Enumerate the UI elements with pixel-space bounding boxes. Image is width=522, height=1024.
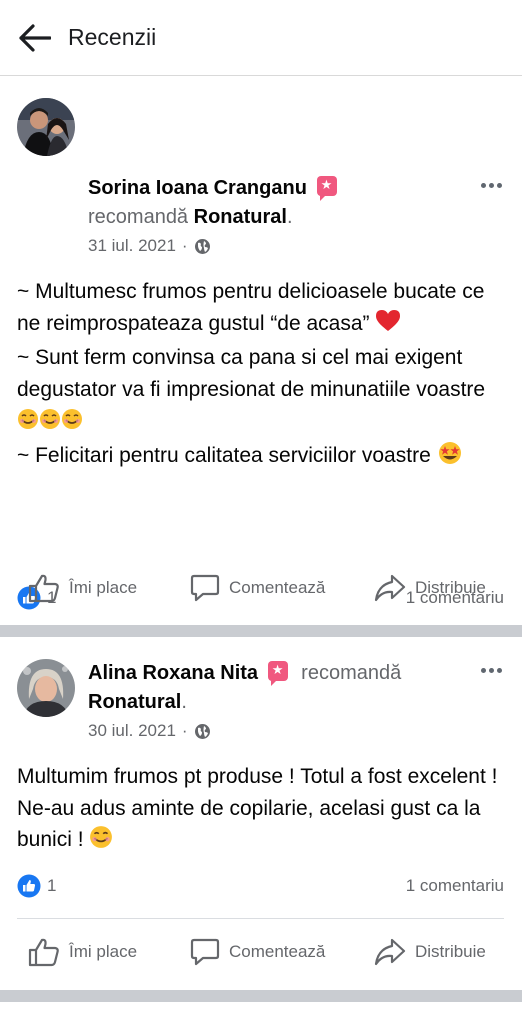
more-horizontal-icon <box>480 182 486 188</box>
page-title: Recenzii <box>68 24 157 50</box>
like-button[interactable]: Îmi place <box>28 573 137 603</box>
post-meta: 31 iul. 2021 · <box>88 236 211 256</box>
back-button[interactable] <box>16 19 54 57</box>
divider <box>17 918 504 919</box>
share-arrow-icon <box>374 938 406 966</box>
like-count: 1 <box>47 876 57 895</box>
share-label: Distribuie <box>415 578 486 597</box>
thumbs-up-icon <box>28 574 59 603</box>
comment-label: Comentează <box>229 942 326 961</box>
like-label: Îmi place <box>69 942 138 961</box>
smiling-face-emoji <box>89 825 113 859</box>
star-struck-emoji <box>437 441 463 475</box>
recommend-verb: recomandă <box>301 662 402 684</box>
recommend-verb: recomandă <box>88 206 189 228</box>
post-date[interactable]: 31 iul. 2021 <box>88 236 176 256</box>
globe-icon <box>194 238 210 254</box>
thumbs-up-reaction-icon <box>17 874 41 898</box>
recommend-star-icon <box>267 661 288 686</box>
comment-label: Comentează <box>229 578 326 597</box>
thumbs-up-icon <box>28 938 59 967</box>
red-heart-emoji <box>375 309 401 343</box>
post-actions: Îmi place Comentează Distribuie <box>0 930 522 974</box>
share-button[interactable]: Distribuie <box>374 937 486 967</box>
comment-bubble-icon <box>190 574 220 602</box>
reaction-summary[interactable]: 1 <box>17 874 56 898</box>
post-header: Alina Roxana Nita recomandă Ronatural. <box>88 659 462 717</box>
like-button[interactable]: Îmi place <box>28 937 137 967</box>
comment-count[interactable]: 1 comentariu <box>406 876 504 896</box>
top-app-bar: Recenzii <box>0 0 522 76</box>
post-paragraph: ~ Felicitari pentru calitatea serviciilo… <box>17 440 508 475</box>
like-label: Îmi place <box>69 578 138 597</box>
more-options-button[interactable] <box>478 178 504 192</box>
arrow-left-icon <box>19 23 51 52</box>
author-name[interactable]: Sorina Ioana Cranganu <box>88 177 307 199</box>
globe-icon <box>194 723 210 739</box>
post-paragraph: Multumim frumos pt produse ! Totul a fos… <box>17 761 508 859</box>
share-arrow-icon <box>374 574 406 602</box>
post-header: Sorina Ioana Cranganu recomandă Ronatura… <box>88 174 462 232</box>
review-post: Sorina Ioana Cranganu recomandă Ronatura… <box>0 76 522 630</box>
author-avatar[interactable] <box>17 659 75 717</box>
post-date[interactable]: 30 iul. 2021 <box>88 721 176 741</box>
post-paragraph: ~ Multumesc frumos pentru delicioasele b… <box>17 276 508 342</box>
share-button[interactable]: Distribuie <box>374 573 486 603</box>
post-stats: 1 1 comentariu <box>17 873 504 899</box>
meta-separator: · <box>181 236 188 255</box>
comment-button[interactable]: Comentează <box>190 573 325 603</box>
post-text: ~ Multumesc frumos pentru delicioasele b… <box>17 276 508 474</box>
post-actions: Îmi place Comentează Distribuie <box>0 566 522 610</box>
meta-separator: · <box>181 721 188 740</box>
page-link[interactable]: Ronatural <box>88 691 181 713</box>
share-label: Distribuie <box>415 942 486 961</box>
post-paragraph: ~ Sunt ferm convinsa ca pana si cel mai … <box>17 342 508 440</box>
more-horizontal-icon <box>480 667 486 673</box>
smiling-face-emoji <box>17 408 83 440</box>
recommend-star-icon <box>316 176 337 201</box>
page-link[interactable]: Ronatural <box>194 206 287 228</box>
comment-bubble-icon <box>190 938 220 966</box>
author-name[interactable]: Alina Roxana Nita <box>88 662 258 684</box>
post-text: Multumim frumos pt produse ! Totul a fos… <box>17 761 508 859</box>
post-separator <box>0 990 522 1002</box>
author-avatar[interactable] <box>17 98 75 156</box>
post-meta: 30 iul. 2021 · <box>88 721 211 741</box>
comment-button[interactable]: Comentează <box>190 937 325 967</box>
review-post: Alina Roxana Nita recomandă Ronatural. 3… <box>0 637 522 987</box>
post-separator <box>0 625 522 637</box>
more-options-button[interactable] <box>478 663 504 677</box>
